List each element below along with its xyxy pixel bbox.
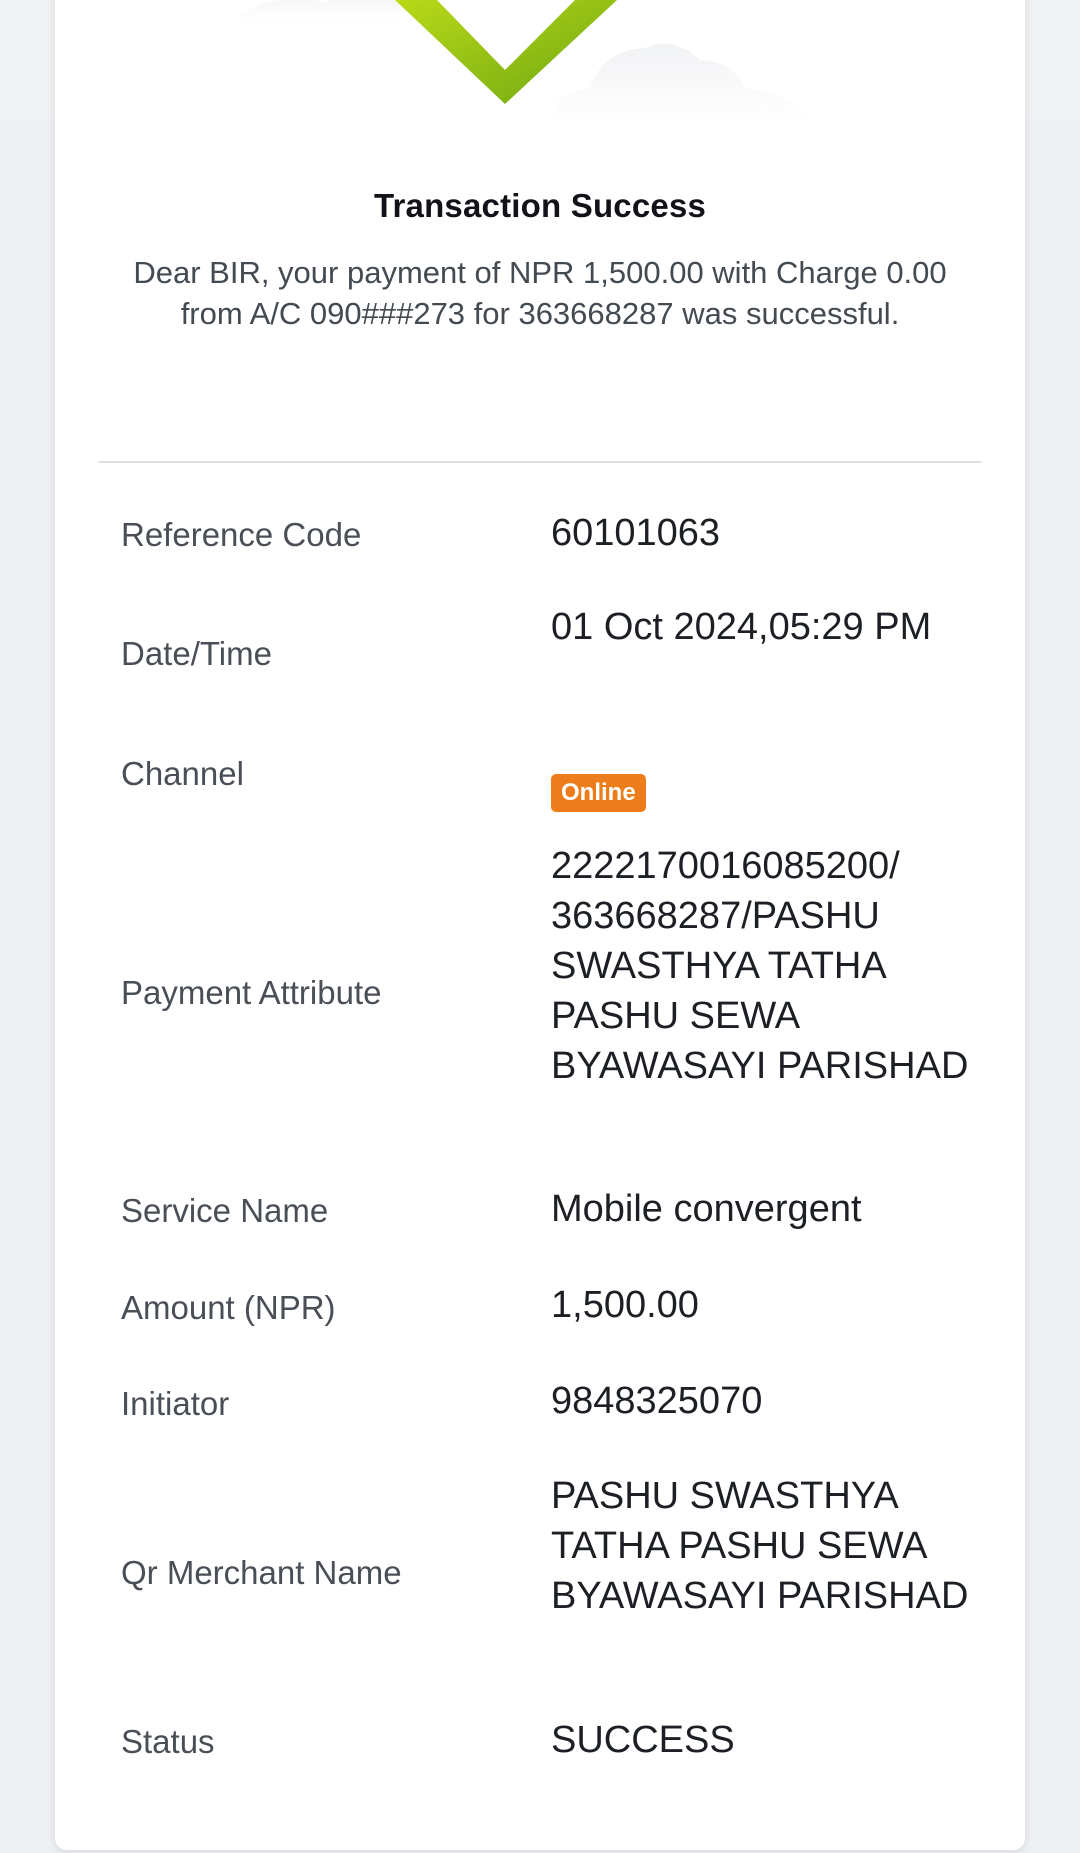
initiator-label: Initiator: [121, 1385, 230, 1422]
channel-badge: Online: [551, 774, 646, 812]
service-name-label: Service Name: [121, 1192, 329, 1229]
payment-attribute-label: Payment Attribute: [121, 974, 382, 1011]
cloud-icon: [550, 44, 810, 120]
divider: [99, 461, 981, 463]
page-title: Transaction Success: [373, 187, 707, 224]
payment-attribute-value: 2222170016085200/ 363668287/PASHU SWASTH…: [551, 845, 969, 1087]
amount-label: Amount (NPR): [121, 1289, 336, 1326]
status-label: Status: [121, 1723, 215, 1760]
amount-value: 1,500.00: [551, 1284, 699, 1326]
reference-code-value: 60101063: [551, 512, 721, 554]
reference-code-label: Reference Code: [121, 516, 362, 553]
transaction-receipt-card: Transaction Success Dear BIR, your payme…: [55, 0, 1025, 1850]
channel-label: Channel: [121, 755, 244, 792]
qr-merchant-name-label: Qr Merchant Name: [121, 1554, 402, 1591]
service-name-value: Mobile convergent: [551, 1188, 862, 1230]
transaction-message: Dear BIR, your payment of NPR 1,500.00 w…: [133, 255, 947, 331]
date-time-label: Date/Time: [121, 635, 272, 672]
status-value: SUCCESS: [551, 1719, 735, 1761]
checkmark-icon: [395, 0, 617, 104]
qr-merchant-name-value: PASHU SWASTHYA TATHA PASHU SEWA BYAWASAY…: [551, 1475, 969, 1617]
cloud-icon: [230, 0, 400, 20]
success-illustration: [230, 0, 810, 120]
date-time-value: 01 Oct 2024,05:29 PM: [551, 606, 932, 648]
initiator-value: 9848325070: [551, 1380, 763, 1422]
